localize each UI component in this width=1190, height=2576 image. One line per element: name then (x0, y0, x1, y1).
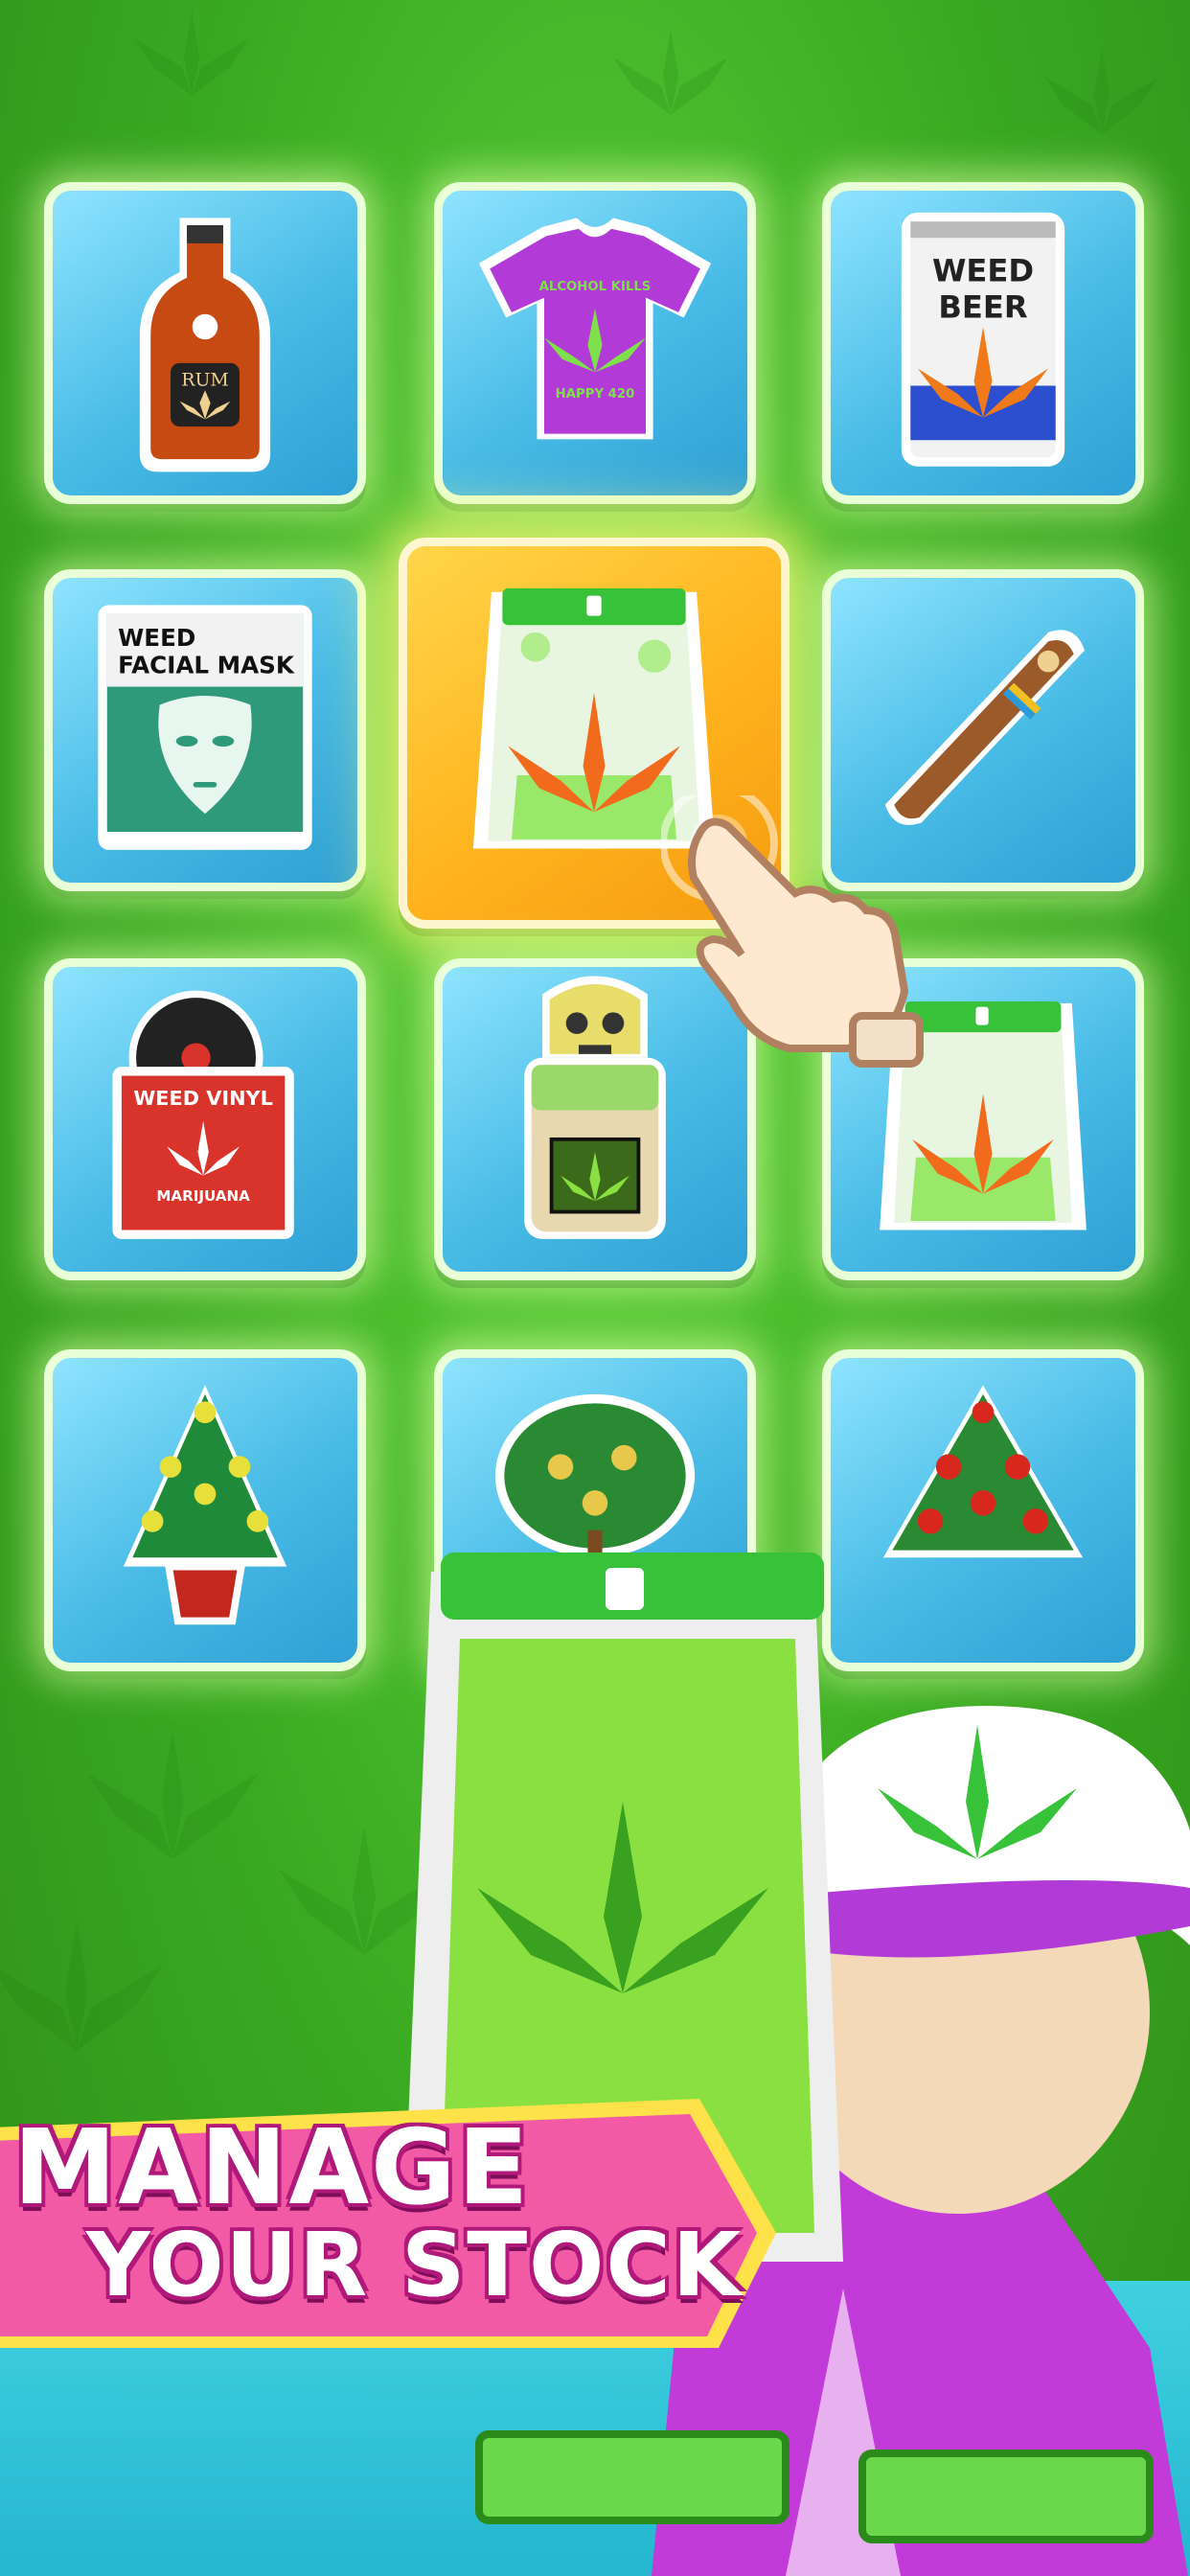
banner-title-line2: YOUR STOCK (86, 2214, 744, 2316)
svg-text:MARIJUANA: MARIJUANA (156, 1187, 250, 1205)
pointer-hand-icon (661, 795, 924, 1068)
svg-text:FACIAL MASK: FACIAL MASK (118, 651, 295, 678)
svg-text:BEER: BEER (938, 289, 1027, 326)
item-tile-tshirt[interactable]: ALCOHOL KILLS HAPPY 420 (434, 182, 756, 504)
svg-text:WEED: WEED (118, 624, 195, 652)
item-tile-facial-mask[interactable]: WEED FACIAL MASK (44, 569, 366, 891)
plant-yellow-icon (123, 1385, 287, 1625)
beer-can-icon: WEED BEER (901, 212, 1065, 467)
svg-text:ALCOHOL KILLS: ALCOHOL KILLS (539, 280, 652, 294)
tshirt-icon: ALCOHOL KILLS HAPPY 420 (478, 218, 712, 440)
item-tile-vinyl[interactable]: WEED VINYL MARIJUANA (44, 958, 366, 1280)
character-holding-bag (402, 1552, 1190, 2576)
banner-title-line1: MANAGE (13, 2108, 531, 2228)
item-tile-rum[interactable]: RUM (44, 182, 366, 504)
vinyl-record-icon: WEED VINYL MARIJUANA (112, 990, 294, 1239)
app-screen: { "banner": { "line1": "MANAGE", "line2"… (0, 0, 1190, 2576)
svg-text:HAPPY 420: HAPPY 420 (556, 387, 635, 402)
item-tile-plant-yellow[interactable] (44, 1349, 366, 1671)
rum-bottle-icon: RUM (139, 218, 271, 472)
svg-text:RUM: RUM (181, 369, 229, 390)
item-tile-beer[interactable]: WEED BEER (822, 182, 1144, 504)
svg-text:WEED VINYL: WEED VINYL (133, 1087, 273, 1110)
svg-text:WEED: WEED (932, 253, 1034, 289)
item-grid: RUM ALCOHOL KILLS HAPPY 420 WEED BEER WE… (0, 0, 1190, 1725)
facial-mask-icon: WEED FACIAL MASK (98, 605, 312, 850)
